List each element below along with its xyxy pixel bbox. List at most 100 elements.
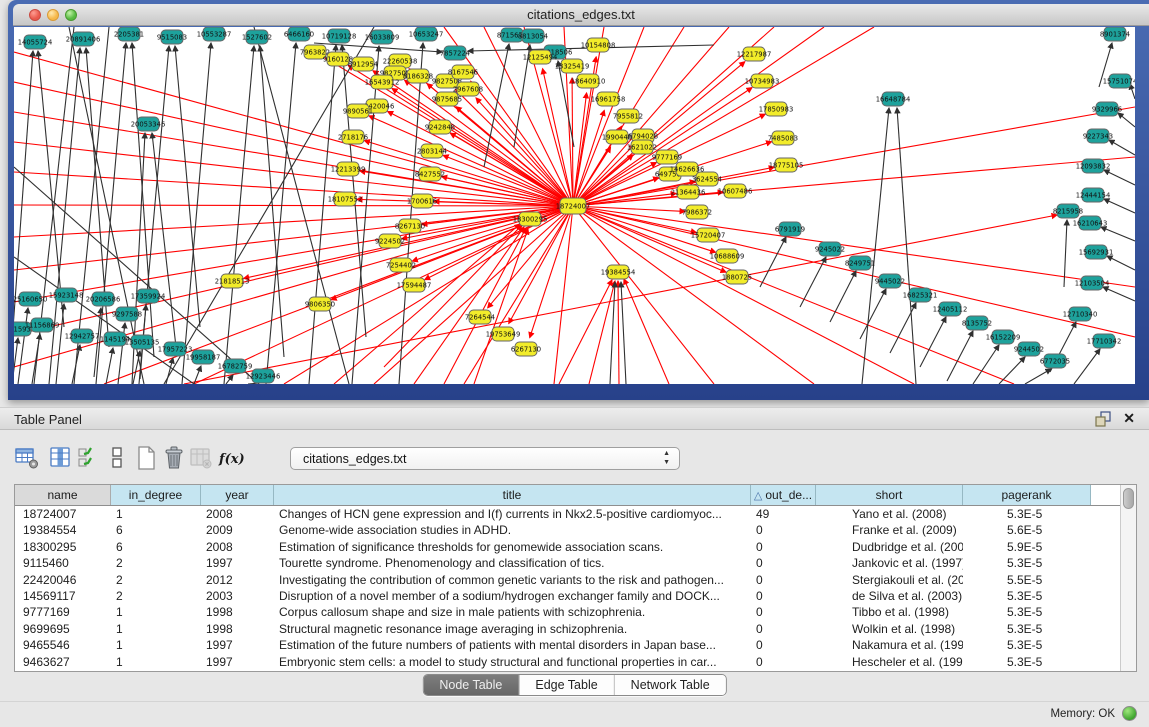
cell-out_degree[interactable]: 0: [751, 637, 816, 653]
column-header-year[interactable]: year: [201, 485, 274, 505]
cell-title[interactable]: Changes of HCN gene expression and I(f) …: [274, 506, 751, 522]
cell-out_degree[interactable]: 0: [751, 539, 816, 555]
graph-node[interactable]: 8901374: [1100, 27, 1130, 41]
graph-node[interactable]: 15923148: [49, 288, 84, 302]
cell-pagerank[interactable]: 5.3E-5: [963, 555, 1091, 571]
network-canvas[interactable]: 1405572420891406220538195150831055328715…: [14, 27, 1135, 384]
cell-out_degree[interactable]: 0: [751, 588, 816, 604]
cell-in_degree[interactable]: 1: [111, 506, 201, 522]
scrollbar-thumb[interactable]: [1123, 488, 1134, 509]
cell-title[interactable]: Embryonic stem cells: a model to study s…: [274, 654, 751, 670]
column-header-title[interactable]: title: [274, 485, 751, 505]
graph-node[interactable]: 16152209: [986, 330, 1021, 344]
cell-short[interactable]: Stergiakouli et al. (2012): [816, 572, 963, 588]
graph-node[interactable]: 8167546: [448, 65, 478, 79]
tab-edge-table[interactable]: Edge Table: [519, 675, 614, 695]
graph-node[interactable]: 25160650: [14, 292, 47, 306]
graph-node[interactable]: 9329966: [1092, 102, 1122, 116]
graph-node[interactable]: 9245022: [815, 242, 845, 256]
table-row[interactable]: 946554611997Estimation of the future num…: [15, 637, 1120, 653]
graph-node[interactable]: 8912954: [348, 57, 378, 71]
graph-node[interactable]: 19384554: [601, 265, 636, 279]
cell-short[interactable]: Dudbridge et al. (2008): [816, 539, 963, 555]
cell-year[interactable]: 1998: [201, 604, 274, 620]
graph-node[interactable]: 20053346: [131, 117, 166, 131]
graph-node[interactable]: 9227343: [1083, 129, 1113, 143]
column-header-pagerank[interactable]: pagerank: [963, 485, 1091, 505]
table-row[interactable]: 1830029562008Estimation of significance …: [15, 539, 1120, 555]
table-row[interactable]: 977716911998Corpus callosum shape and si…: [15, 604, 1120, 620]
cell-title[interactable]: Tourette syndrome. Phenomenology and cla…: [274, 555, 751, 571]
table-row[interactable]: 1872400712008Changes of HCN gene express…: [15, 506, 1120, 522]
graph-node[interactable]: 15751074: [1103, 74, 1135, 88]
cell-name[interactable]: 18300295: [15, 539, 111, 555]
function-builder-icon[interactable]: f(x): [216, 445, 242, 471]
graph-node[interactable]: 10607486: [718, 184, 753, 198]
cell-in_degree[interactable]: 6: [111, 539, 201, 555]
graph-node[interactable]: 17594487: [397, 278, 432, 292]
graph-node[interactable]: 12405112: [933, 302, 968, 316]
cell-in_degree[interactable]: 1: [111, 621, 201, 637]
cell-name[interactable]: 9777169: [15, 604, 111, 620]
graph-node[interactable]: 16648784: [876, 92, 911, 106]
graph-node[interactable]: 14055724: [18, 35, 53, 49]
cell-year[interactable]: 2003: [201, 588, 274, 604]
column-header-out_degree[interactable]: △out_de...: [751, 485, 816, 505]
cell-pagerank[interactable]: 5.3E-5: [963, 654, 1091, 670]
cell-out_degree[interactable]: 0: [751, 621, 816, 637]
cell-year[interactable]: 1997: [201, 637, 274, 653]
cell-year[interactable]: 2008: [201, 539, 274, 555]
cell-year[interactable]: 2012: [201, 572, 274, 588]
cell-year[interactable]: 1997: [201, 654, 274, 670]
cell-in_degree[interactable]: 2: [111, 555, 201, 571]
cell-name[interactable]: 19384554: [15, 522, 111, 538]
cell-pagerank[interactable]: 5.5E-5: [963, 572, 1091, 588]
cell-year[interactable]: 1997: [201, 555, 274, 571]
tab-network-table[interactable]: Network Table: [615, 675, 726, 695]
graph-node[interactable]: 9297588: [112, 307, 142, 321]
delete-table-icon-disabled[interactable]: [188, 445, 214, 471]
delete-column-icon[interactable]: [161, 445, 187, 471]
cell-name[interactable]: 9115460: [15, 555, 111, 571]
cell-name[interactable]: 9699695: [15, 621, 111, 637]
graph-node[interactable]: 2718176: [338, 130, 368, 144]
graph-node[interactable]: 18640910: [571, 74, 606, 88]
graph-node[interactable]: 21818513: [215, 274, 250, 288]
table-row[interactable]: 2242004622012Investigating the contribut…: [15, 572, 1120, 588]
cell-pagerank[interactable]: 5.3E-5: [963, 604, 1091, 620]
cell-short[interactable]: Hescheler et al. (1997): [816, 654, 963, 670]
cell-name[interactable]: 18724007: [15, 506, 111, 522]
graph-node[interactable]: 10154808: [581, 38, 616, 52]
cell-out_degree[interactable]: 49: [751, 506, 816, 522]
graph-node[interactable]: 18107552: [328, 192, 363, 206]
graph-node[interactable]: 8427552: [415, 167, 445, 181]
graph-node[interactable]: 9515083: [157, 30, 187, 44]
graph-node[interactable]: 18775105: [769, 158, 804, 172]
cell-in_degree[interactable]: 1: [111, 654, 201, 670]
cell-in_degree[interactable]: 6: [111, 522, 201, 538]
graph-node[interactable]: 1700616: [407, 194, 437, 208]
graph-node[interactable]: 9244502: [1014, 342, 1044, 356]
graph-node[interactable]: 3624554: [692, 172, 722, 186]
graph-node[interactable]: 8267130: [395, 219, 425, 233]
graph-node[interactable]: 7986372: [682, 205, 712, 219]
column-visibility-icon[interactable]: [48, 445, 74, 471]
cell-title[interactable]: Genome-wide association studies in ADHD.: [274, 522, 751, 538]
cell-short[interactable]: Yano et al. (2008): [816, 506, 963, 522]
cell-year[interactable]: 2008: [201, 506, 274, 522]
graph-node[interactable]: 1621022: [627, 140, 657, 154]
graph-node[interactable]: 6772035: [1040, 354, 1070, 368]
graph-node[interactable]: 18300295: [513, 212, 548, 226]
table-row[interactable]: 1938455462009Genome-wide association stu…: [15, 522, 1120, 538]
cell-short[interactable]: de Silva et al. (2003): [816, 588, 963, 604]
new-column-icon[interactable]: [134, 445, 160, 471]
graph-node[interactable]: 12710340: [1063, 307, 1098, 321]
graph-node[interactable]: 7264544: [465, 310, 495, 324]
cell-in_degree[interactable]: 2: [111, 588, 201, 604]
graph-node[interactable]: 7485083: [768, 131, 798, 145]
cell-title[interactable]: Corpus callosum shape and size in male p…: [274, 604, 751, 620]
graph-node[interactable]: 18724007: [556, 198, 591, 214]
graph-node[interactable]: 17710342: [1087, 334, 1122, 348]
graph-node[interactable]: 2803144: [417, 144, 447, 158]
graph-node[interactable]: 16961758: [591, 92, 626, 106]
